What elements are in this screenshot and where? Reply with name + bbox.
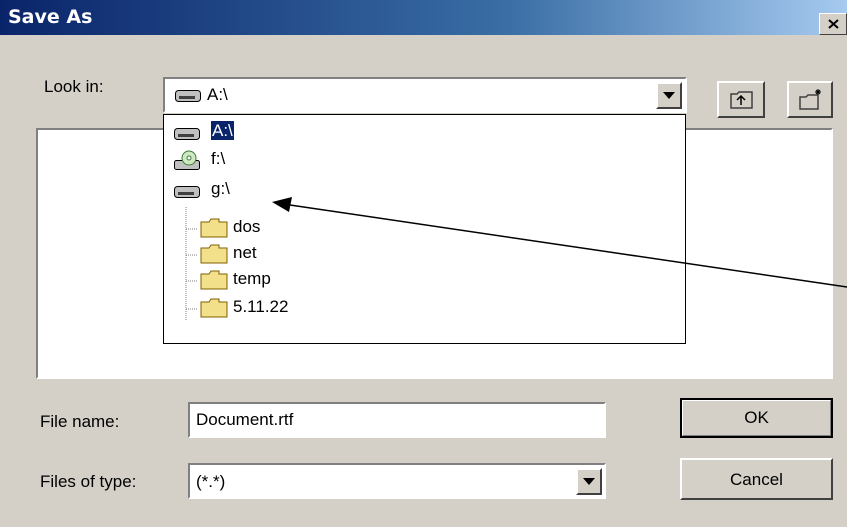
list-item-label: g:\ — [211, 179, 230, 198]
file-type-dropdown-button[interactable] — [576, 468, 602, 495]
look-in-combo[interactable]: A:\ — [163, 77, 687, 113]
look-in-dropdown-list[interactable]: A:\ f:\ g:\ dos net temp 5.11.22 — [163, 114, 686, 344]
title-bar: Save As — [0, 0, 847, 35]
look-in-label: Look in: — [44, 77, 104, 96]
folder-icon — [200, 270, 228, 290]
cancel-button[interactable]: Cancel — [680, 458, 833, 500]
file-type-label: Files of type: — [40, 472, 137, 491]
list-item-label: dos — [233, 217, 261, 236]
list-item-label: net — [233, 243, 257, 262]
floppy-drive-icon — [174, 128, 200, 140]
folder-icon — [200, 298, 228, 318]
folder-icon — [200, 218, 228, 238]
file-name-input[interactable]: Document.rtf — [188, 402, 606, 438]
ok-button-label: OK — [744, 408, 769, 427]
list-item-label: 5.11.22 — [233, 297, 289, 316]
new-folder-icon — [799, 89, 821, 110]
chevron-down-icon — [663, 92, 675, 99]
file-name-value: Document.rtf — [196, 410, 294, 429]
up-one-level-icon — [730, 91, 753, 109]
chevron-down-icon — [583, 478, 595, 485]
window-title: Save As — [8, 6, 93, 28]
list-item[interactable]: net — [164, 241, 684, 267]
list-item[interactable]: dos — [164, 215, 684, 241]
cancel-button-label: Cancel — [730, 470, 783, 489]
up-one-level-button[interactable] — [717, 81, 765, 118]
list-item[interactable]: f:\ — [164, 147, 684, 173]
cd-drive-icon — [174, 150, 200, 170]
list-item[interactable]: A:\ — [164, 119, 684, 145]
list-item-label: temp — [233, 269, 271, 288]
list-item-label: f:\ — [211, 149, 226, 168]
file-name-label: File name: — [40, 412, 120, 431]
close-icon — [828, 19, 839, 29]
list-item[interactable]: temp — [164, 267, 684, 293]
new-folder-button[interactable] — [787, 81, 833, 118]
list-item-label: A:\ — [211, 121, 234, 140]
list-item[interactable]: g:\ — [164, 177, 684, 203]
list-item[interactable]: 5.11.22 — [164, 295, 684, 321]
close-button[interactable] — [819, 13, 847, 35]
look-in-value: A:\ — [207, 85, 228, 104]
floppy-drive-icon — [175, 90, 201, 102]
file-type-value: (*.*) — [196, 472, 226, 491]
hard-drive-icon — [174, 186, 200, 198]
look-in-dropdown-button[interactable] — [656, 82, 682, 109]
ok-button[interactable]: OK — [680, 398, 833, 438]
file-type-select[interactable]: (*.*) — [188, 463, 606, 499]
folder-icon — [200, 244, 228, 264]
